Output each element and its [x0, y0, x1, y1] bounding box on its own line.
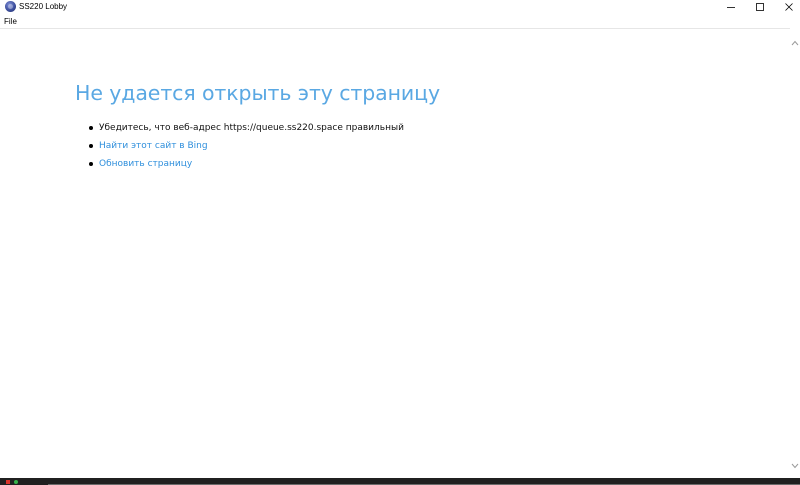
- bullet-icon: [89, 144, 93, 148]
- bullet-icon: [89, 126, 93, 130]
- search-bing-link[interactable]: Найти этот сайт в Bing: [99, 141, 208, 151]
- scroll-up-button[interactable]: [790, 38, 800, 48]
- refresh-page-link[interactable]: Обновить страницу: [99, 159, 192, 169]
- ss220-logo-icon: [5, 1, 16, 12]
- suggestion-list: Убедитесь, что веб-адрес https://queue.s…: [88, 120, 404, 174]
- taskbar-app-icon[interactable]: [14, 480, 18, 484]
- vertical-scrollbar[interactable]: [790, 29, 800, 478]
- close-icon: [785, 3, 793, 11]
- bullet-icon: [89, 162, 93, 166]
- list-item: Убедитесь, что веб-адрес https://queue.s…: [88, 120, 404, 138]
- web-view: Не удается открыть эту страницу Убедитес…: [0, 29, 790, 478]
- check-address-text: Убедитесь, что веб-адрес https://queue.s…: [99, 123, 404, 133]
- taskbar: [0, 478, 800, 485]
- window-title: SS220 Lobby: [19, 2, 68, 11]
- title-bar: SS220 Lobby: [0, 0, 800, 14]
- list-item: Найти этот сайт в Bing: [88, 138, 404, 156]
- close-button[interactable]: [772, 0, 800, 14]
- scroll-track[interactable]: [792, 49, 798, 459]
- minimize-icon: [727, 7, 735, 8]
- chevron-down-icon: [791, 463, 799, 469]
- menu-bar: File: [0, 14, 800, 29]
- taskbar-app-icon[interactable]: [6, 480, 10, 484]
- list-item: Обновить страницу: [88, 156, 404, 174]
- chevron-up-icon: [791, 40, 799, 46]
- error-heading: Не удается открыть эту страницу: [75, 81, 441, 105]
- maximize-icon: [756, 3, 764, 11]
- menu-item-file[interactable]: File: [4, 16, 17, 27]
- scroll-down-button[interactable]: [790, 461, 800, 471]
